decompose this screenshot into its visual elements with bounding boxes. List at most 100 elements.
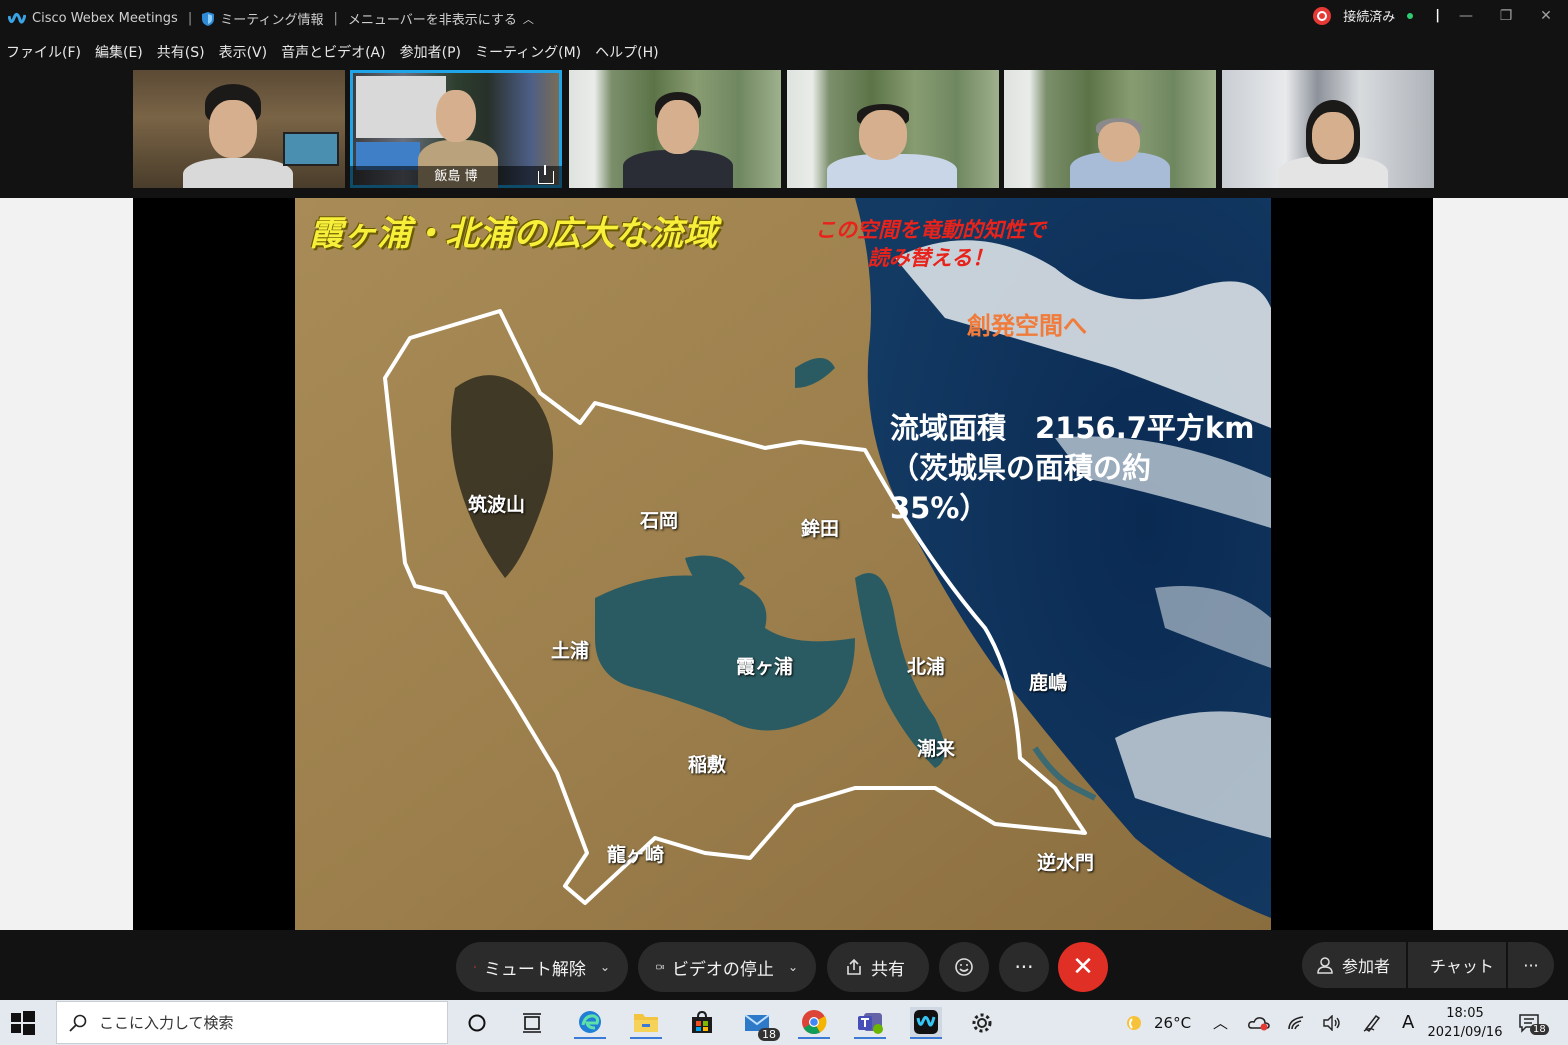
- place-label-kasumigaura: 霞ヶ浦: [736, 656, 794, 678]
- task-view-icon[interactable]: [516, 1007, 548, 1039]
- place-label-ishioka: 石岡: [640, 510, 679, 532]
- edge-browser-icon[interactable]: [574, 1007, 606, 1039]
- participant-figure: [436, 90, 476, 142]
- title-separator: |: [187, 11, 193, 26]
- shared-slide: 霞ヶ浦・北浦の広大な流域 この空間を竜動的知性で 読み替える！ 創発空間へ 流域…: [295, 198, 1271, 930]
- panel-more-button[interactable]: ···: [1508, 942, 1554, 988]
- stop-video-button[interactable]: ビデオの停止 ⌄: [638, 942, 816, 992]
- app-title: Cisco Webex Meetings: [32, 11, 178, 26]
- microphone-muted-icon: [474, 965, 476, 969]
- participant-video-3[interactable]: [569, 70, 781, 188]
- shield-icon[interactable]: [202, 11, 215, 26]
- ime-indicator[interactable]: A: [1402, 1000, 1414, 1045]
- weather-temperature: 26°C: [1154, 1013, 1192, 1032]
- stop-video-label: ビデオの停止: [671, 959, 774, 980]
- menu-meeting[interactable]: ミーティング(M): [475, 42, 581, 62]
- ellipsis-icon: ···: [1014, 955, 1034, 979]
- whiteboard-drawing: [356, 76, 446, 138]
- menu-edit[interactable]: 編集(E): [95, 42, 143, 62]
- sharing-icon: [538, 165, 554, 184]
- notification-center-icon[interactable]: 18: [1518, 1000, 1549, 1045]
- windows-taskbar: ここに入力して検索 18 26°C ︿ A 18:05 2021/09/16 1…: [0, 1000, 1568, 1045]
- system-clock[interactable]: 18:05 2021/09/16: [1426, 1004, 1504, 1042]
- share-icon: [847, 958, 861, 975]
- recording-icon[interactable]: [1313, 6, 1332, 25]
- search-placeholder: ここに入力して検索: [99, 1014, 234, 1032]
- participant-figure: [209, 100, 257, 158]
- minimize-button[interactable]: —: [1452, 8, 1480, 24]
- shared-content-area: 霞ヶ浦・北浦の広大な流域 この空間を竜動的知性で 読み替える！ 創発空間へ 流域…: [0, 198, 1568, 930]
- mail-icon[interactable]: 18: [742, 1007, 780, 1041]
- place-label-gyakusuimon: 逆水門: [1037, 852, 1095, 874]
- meeting-info-link[interactable]: ミーティング情報: [220, 9, 323, 28]
- unmute-button[interactable]: ミュート解除 ⌄: [456, 942, 628, 992]
- taskbar-search-box[interactable]: ここに入力して検索: [56, 1001, 448, 1044]
- tray-expand-icon[interactable]: ︿: [1213, 1000, 1228, 1045]
- slide-creation-text: 創発空間へ: [967, 312, 1087, 340]
- chat-button[interactable]: チャット: [1408, 942, 1506, 988]
- settings-gear-icon[interactable]: [966, 1007, 998, 1039]
- participant-video-5[interactable]: [1004, 70, 1216, 188]
- volume-icon[interactable]: [1322, 1000, 1342, 1045]
- pen-icon[interactable]: [1362, 1000, 1384, 1045]
- mail-badge: 18: [758, 1028, 780, 1041]
- store-icon[interactable]: [686, 1007, 718, 1039]
- share-label: 共有: [871, 959, 905, 980]
- participant-name-label: 飯島 博: [350, 166, 562, 188]
- menu-share[interactable]: 共有(S): [157, 42, 205, 62]
- menu-view[interactable]: 表示(V): [219, 42, 268, 62]
- reactions-button[interactable]: [939, 942, 989, 992]
- pin-divider: |: [1435, 8, 1440, 23]
- participant-video-6[interactable]: [1222, 70, 1434, 188]
- clock-time: 18:05: [1446, 1006, 1484, 1021]
- slide-subtitle: この空間を竜動的知性で 読み替える！: [815, 218, 1046, 270]
- chevron-down-icon[interactable]: ⌄: [600, 960, 610, 974]
- connection-status: 接続済み: [1343, 10, 1396, 25]
- participant-figure: [827, 154, 957, 188]
- chat-label: チャット: [1430, 957, 1494, 976]
- participant-figure: [1098, 122, 1140, 162]
- onedrive-icon[interactable]: [1248, 1000, 1270, 1045]
- video-camera-icon: [656, 964, 664, 970]
- place-label-hokota: 鉾田: [801, 518, 840, 540]
- participant-video-2[interactable]: 飯島 博: [350, 70, 562, 188]
- place-label-tsukuba: 筑波山: [468, 494, 526, 516]
- leave-meeting-button[interactable]: ✕: [1058, 942, 1108, 992]
- slide-title: 霞ヶ浦・北浦の広大な流域: [309, 214, 717, 254]
- restore-button[interactable]: ❐: [1492, 8, 1520, 24]
- place-label-kashima: 鹿嶋: [1029, 672, 1068, 694]
- menu-file[interactable]: ファイル(F): [6, 42, 81, 62]
- title-separator: |: [333, 11, 338, 26]
- weather-widget[interactable]: 26°C: [1122, 1000, 1191, 1045]
- wifi-icon[interactable]: [1287, 1000, 1307, 1045]
- share-button[interactable]: 共有: [827, 942, 929, 992]
- close-window-button[interactable]: ✕: [1532, 8, 1560, 24]
- chrome-icon[interactable]: [798, 1007, 830, 1039]
- place-label-kitaura: 北浦: [907, 656, 946, 678]
- place-label-itako: 潮来: [917, 738, 956, 760]
- notification-badge: 18: [1530, 1024, 1549, 1035]
- menu-help[interactable]: ヘルプ(H): [595, 42, 658, 62]
- chevron-down-icon[interactable]: ⌄: [788, 960, 798, 974]
- more-options-button[interactable]: ···: [999, 942, 1049, 992]
- satellite-map: [295, 198, 1271, 930]
- participant-figure: [657, 100, 699, 154]
- webex-taskbar-icon[interactable]: [910, 1007, 942, 1039]
- title-bar: Cisco Webex Meetings | ミーティング情報 | メニューバー…: [0, 0, 1568, 36]
- menu-audio-video[interactable]: 音声とビデオ(A): [281, 42, 386, 62]
- webex-window: Cisco Webex Meetings | ミーティング情報 | メニューバー…: [0, 0, 1568, 1045]
- menu-participants[interactable]: 参加者(P): [400, 42, 461, 62]
- windows-start-icon[interactable]: [10, 1010, 36, 1036]
- participant-video-4[interactable]: [787, 70, 999, 188]
- cortana-icon[interactable]: [461, 1007, 493, 1039]
- file-explorer-icon[interactable]: [630, 1007, 662, 1039]
- chevron-up-icon[interactable]: ︿: [523, 11, 534, 27]
- teams-icon[interactable]: [854, 1007, 886, 1039]
- participants-button[interactable]: 参加者: [1302, 942, 1406, 988]
- hide-menu-bar-button[interactable]: メニューバーを非表示にする: [348, 9, 517, 28]
- search-icon: [69, 1014, 87, 1032]
- menu-bar: ファイル(F) 編集(E) 共有(S) 表示(V) 音声とビデオ(A) 参加者(…: [0, 36, 1568, 68]
- participant-video-1[interactable]: [133, 70, 345, 188]
- person-icon: [1317, 957, 1333, 974]
- connected-indicator-icon: [1407, 12, 1414, 19]
